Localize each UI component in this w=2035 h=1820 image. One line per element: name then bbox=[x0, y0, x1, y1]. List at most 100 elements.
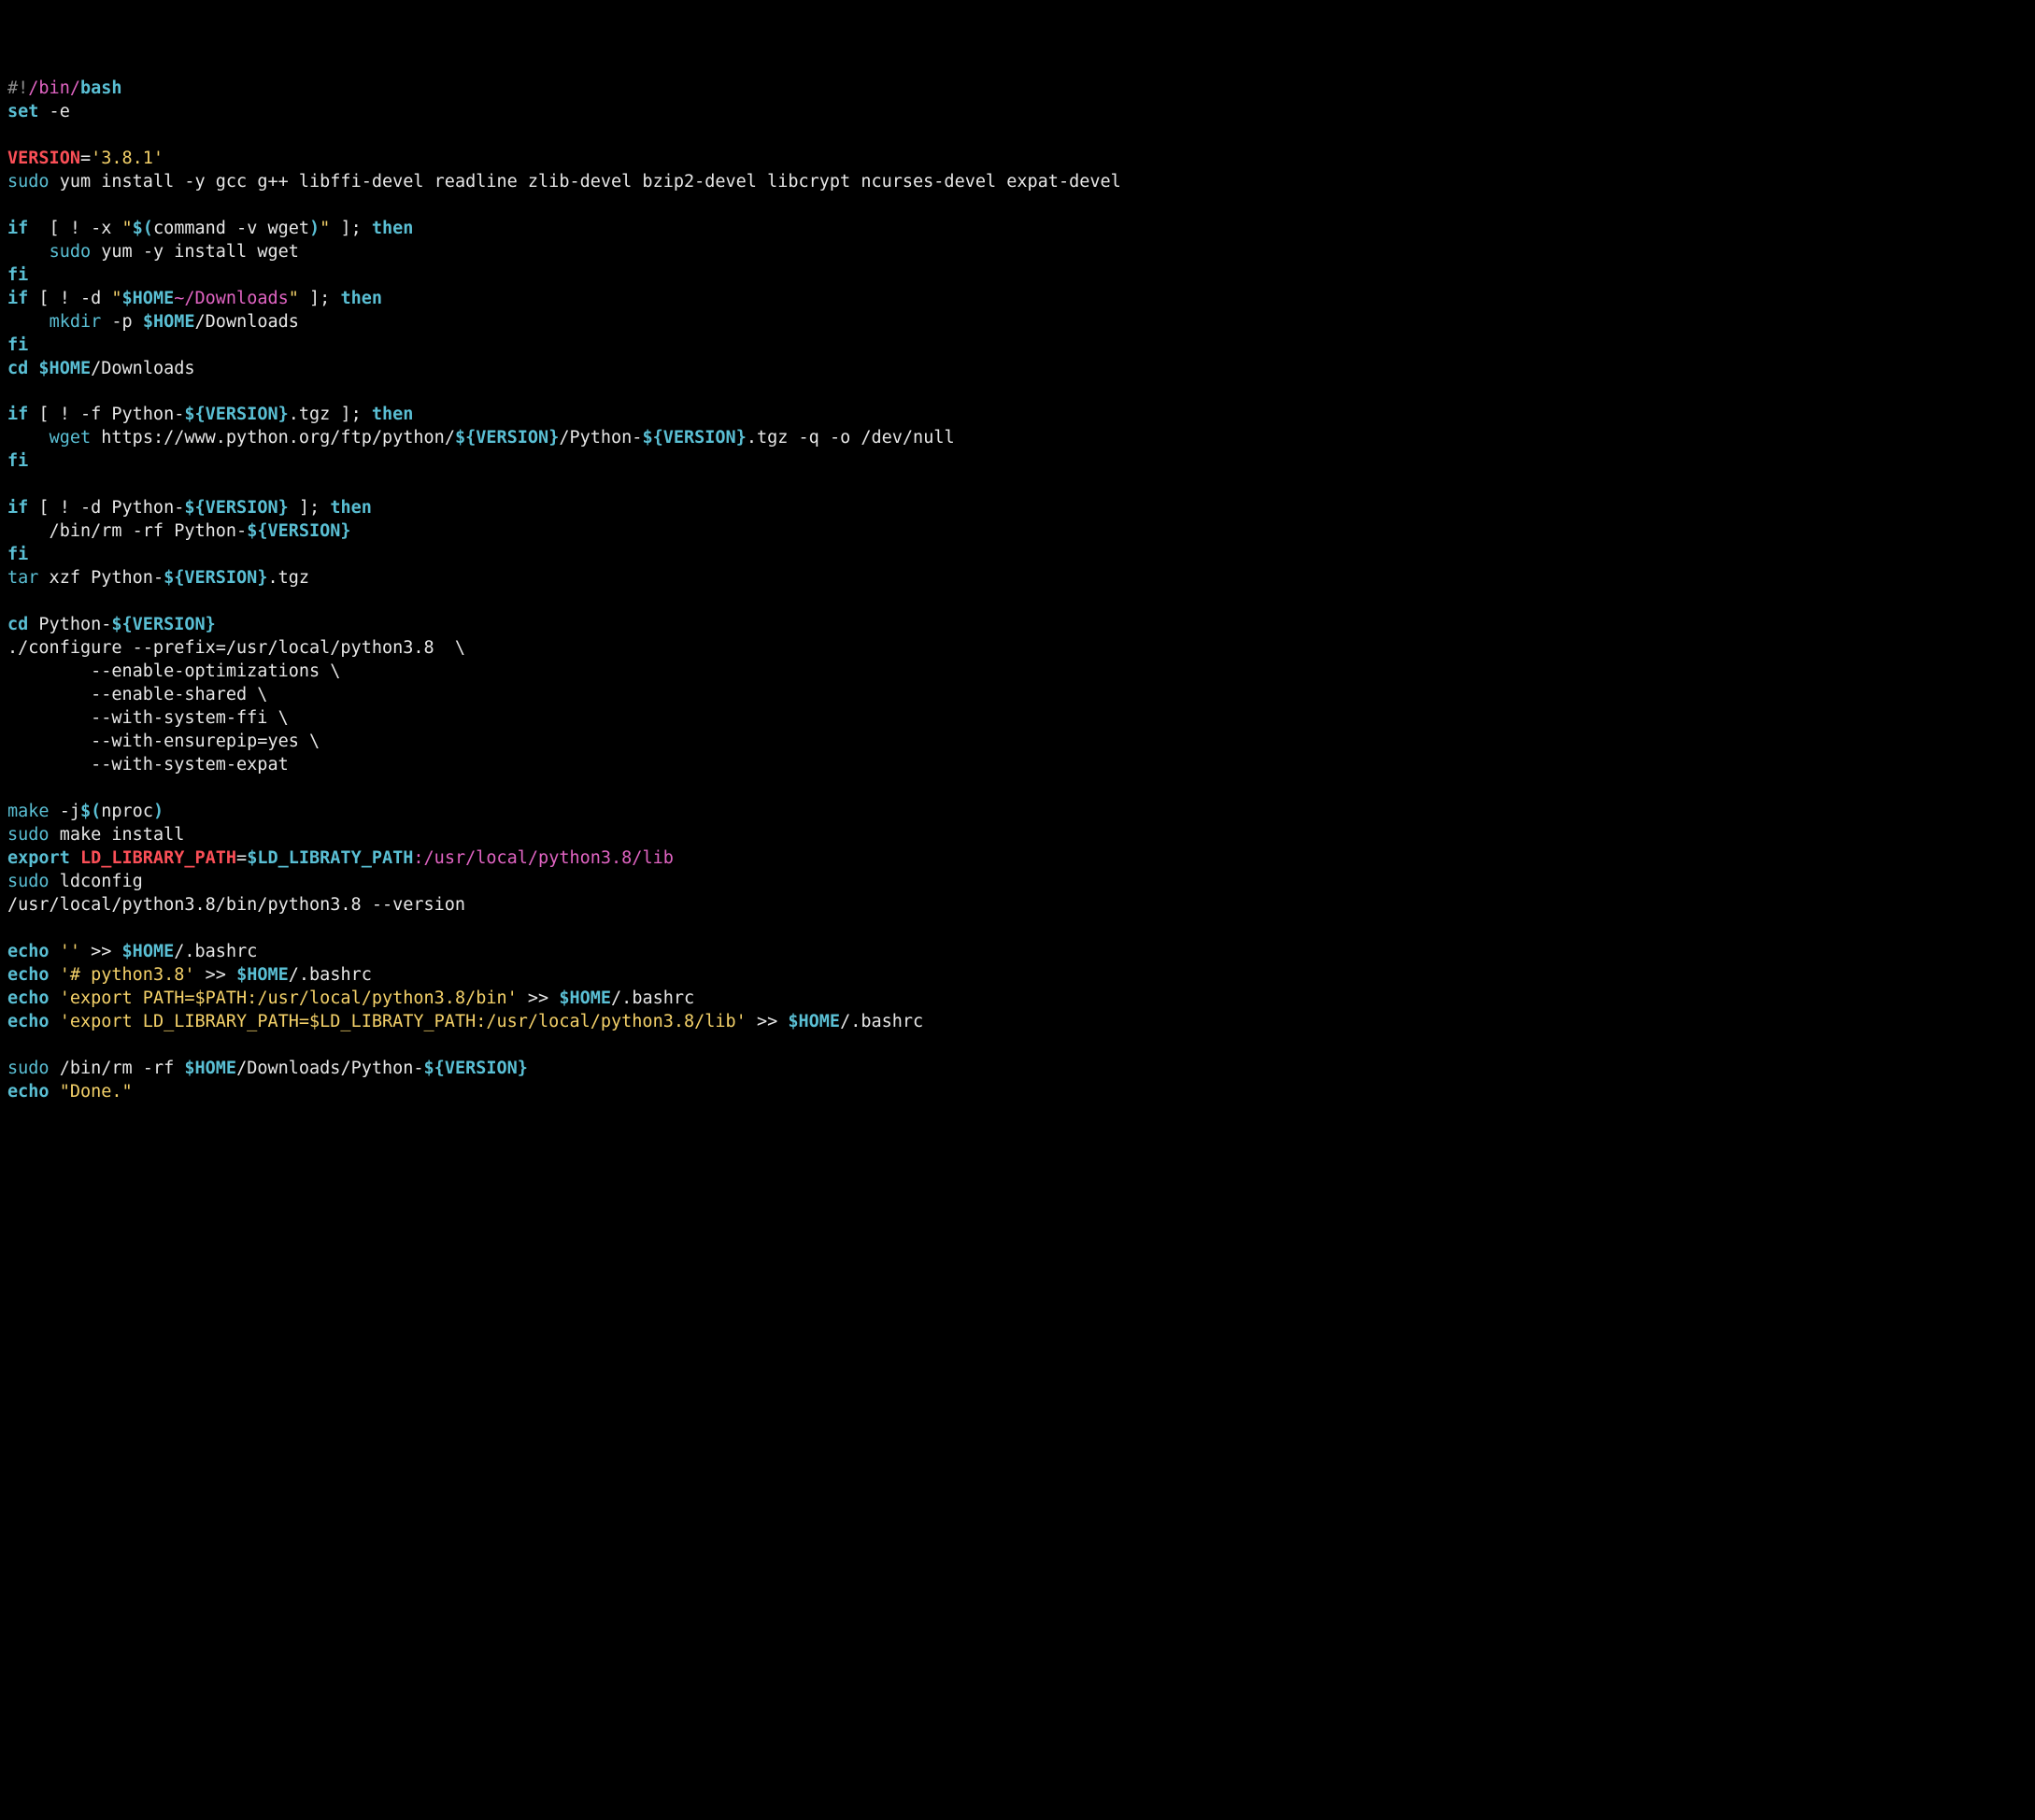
code-token bbox=[70, 848, 80, 868]
code-token: fi bbox=[7, 545, 28, 564]
code-token: if bbox=[7, 498, 28, 518]
code-token: -p bbox=[101, 312, 143, 332]
code-token: 'export PATH=$PATH:/usr/local/python3.8/… bbox=[60, 988, 518, 1008]
code-token: cd bbox=[7, 615, 28, 634]
code-token: " bbox=[289, 289, 299, 308]
code-token bbox=[7, 242, 50, 262]
code-token: if bbox=[7, 405, 28, 424]
code-token: '3.8.1' bbox=[91, 149, 164, 168]
code-token: " bbox=[122, 219, 133, 238]
code-token: $HOME bbox=[559, 988, 611, 1008]
code-token: wget bbox=[50, 428, 92, 448]
code-token: --with-system-ffi \ bbox=[7, 708, 289, 728]
code-token: ]; bbox=[330, 219, 372, 238]
code-token: fi bbox=[7, 335, 28, 355]
code-token: [ ! -x bbox=[28, 219, 121, 238]
code-token: /Downloads bbox=[195, 312, 299, 332]
code-token bbox=[50, 965, 60, 985]
code-token: /.bashrc bbox=[840, 1012, 923, 1031]
code-token bbox=[50, 942, 60, 961]
code-token: ) bbox=[309, 219, 320, 238]
code-token: ${VERSION} bbox=[111, 615, 215, 634]
code-token bbox=[7, 428, 50, 448]
code-token: cd bbox=[7, 359, 28, 378]
code-token: --enable-optimizations \ bbox=[7, 661, 340, 681]
code-token: [ ! -f Python- bbox=[28, 405, 184, 424]
code-token: ${VERSION} bbox=[455, 428, 559, 448]
code-token: if bbox=[7, 289, 28, 308]
code-token: tar bbox=[7, 568, 38, 588]
code-token: ${VERSION} bbox=[247, 521, 350, 541]
code-token: then bbox=[372, 405, 414, 424]
code-token: echo bbox=[7, 1012, 50, 1031]
code-token: VERSION bbox=[7, 149, 80, 168]
code-token: $HOME bbox=[122, 289, 175, 308]
bash-script-code-block: #!/bin/bash set -e VERSION='3.8.1' sudo … bbox=[7, 78, 2028, 1104]
code-token: .tgz bbox=[267, 568, 309, 588]
code-token: echo bbox=[7, 988, 50, 1008]
code-token: fi bbox=[7, 265, 28, 285]
code-token: /Downloads bbox=[91, 359, 194, 378]
code-token: "Done." bbox=[60, 1082, 133, 1102]
code-token: '# python3.8' bbox=[60, 965, 195, 985]
code-token: '' bbox=[60, 942, 80, 961]
code-token: ]; bbox=[289, 498, 331, 518]
code-token: echo bbox=[7, 965, 50, 985]
code-token: [ ! -d Python- bbox=[28, 498, 184, 518]
code-token: --enable-shared \ bbox=[7, 685, 267, 704]
code-token: $HOME bbox=[38, 359, 91, 378]
code-token: /Python- bbox=[559, 428, 642, 448]
code-token: :/usr/local/python3.8/lib bbox=[413, 848, 673, 868]
code-token: then bbox=[340, 289, 382, 308]
code-token: " bbox=[111, 289, 121, 308]
code-token: $HOME bbox=[788, 1012, 840, 1031]
code-token bbox=[50, 988, 60, 1008]
code-token: if bbox=[7, 219, 28, 238]
code-token: >> bbox=[80, 942, 122, 961]
code-token: export bbox=[7, 848, 70, 868]
code-token bbox=[7, 312, 50, 332]
code-token bbox=[28, 359, 38, 378]
code-token: xzf Python- bbox=[38, 568, 164, 588]
code-token bbox=[50, 1012, 60, 1031]
code-token: make bbox=[7, 802, 50, 821]
code-token: .tgz -q -o /dev/null bbox=[747, 428, 955, 448]
code-token: $( bbox=[80, 802, 101, 821]
code-token: #! bbox=[7, 78, 28, 98]
code-token: -j bbox=[50, 802, 80, 821]
code-token: 'export LD_LIBRARY_PATH=$LD_LIBRATY_PATH… bbox=[60, 1012, 747, 1031]
code-token: /bin/rm -rf bbox=[50, 1059, 185, 1078]
code-token: " bbox=[320, 219, 330, 238]
code-token: /usr/local/python3.8/bin/python3.8 --ver… bbox=[7, 895, 465, 915]
code-token: -e bbox=[38, 102, 69, 121]
code-token: then bbox=[372, 219, 414, 238]
code-token: yum -y install wget bbox=[91, 242, 299, 262]
code-token: /.bashrc bbox=[611, 988, 694, 1008]
code-token: $HOME bbox=[236, 965, 289, 985]
code-token: $( bbox=[133, 219, 153, 238]
code-token: /.bashrc bbox=[174, 942, 257, 961]
code-token: = bbox=[236, 848, 247, 868]
code-token: --with-system-expat bbox=[7, 755, 289, 775]
code-token: echo bbox=[7, 942, 50, 961]
code-token: $HOME bbox=[122, 942, 175, 961]
code-token: sudo bbox=[7, 172, 50, 192]
code-token: = bbox=[80, 149, 91, 168]
code-token: /bin/rm -rf Python- bbox=[7, 521, 247, 541]
code-token: echo bbox=[7, 1082, 50, 1102]
code-token: nproc bbox=[101, 802, 153, 821]
code-token: Python- bbox=[28, 615, 111, 634]
code-token: /Downloads/Python- bbox=[236, 1059, 423, 1078]
code-token: >> bbox=[518, 988, 560, 1008]
code-token: ~/Downloads bbox=[174, 289, 289, 308]
code-token: ./configure --prefix=/usr/local/python3.… bbox=[7, 638, 465, 658]
code-token: ${VERSION} bbox=[164, 568, 267, 588]
code-token: sudo bbox=[7, 825, 50, 845]
code-token: sudo bbox=[50, 242, 92, 262]
code-token: ]; bbox=[299, 289, 341, 308]
code-token: ldconfig bbox=[50, 872, 143, 891]
code-token: ${VERSION} bbox=[184, 405, 288, 424]
code-token: LD_LIBRARY_PATH bbox=[80, 848, 236, 868]
code-token: $HOME bbox=[184, 1059, 236, 1078]
code-token: mkdir bbox=[50, 312, 102, 332]
